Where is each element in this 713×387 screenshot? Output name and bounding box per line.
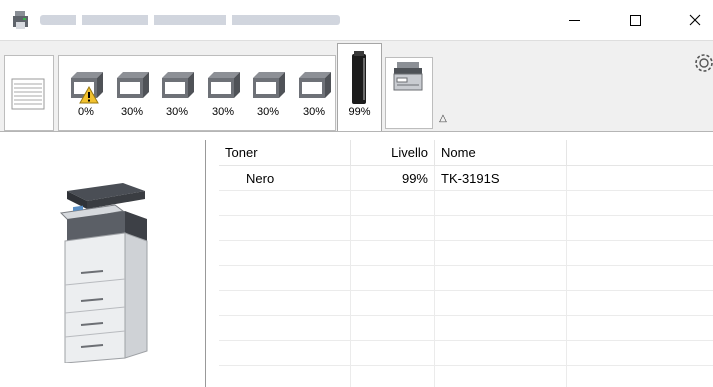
cell-empty [567,316,713,341]
toner-tab[interactable]: 99% [337,43,382,131]
table-row[interactable]: Nero 99% TK-3191S [219,166,713,191]
close-button[interactable] [672,0,713,40]
cell-nome [435,216,567,241]
column-header-toner[interactable]: Toner [219,140,351,166]
paper-tray[interactable]: 30% [154,68,200,126]
cell-toner [219,341,351,366]
warning-triangle-icon [79,86,99,104]
tray-level: 0% [78,106,94,118]
table-row [219,241,713,266]
cell-livello [351,241,435,266]
table-row [219,316,713,341]
cell-toner [219,191,351,216]
pane-divider[interactable] [205,140,206,387]
cell-empty [567,241,713,266]
tray-level: 30% [302,106,326,118]
tray-level: 30% [211,106,235,118]
tray-level: 30% [120,106,144,118]
status-toolbar: 0% 30% 30% 30% 30% 30% 99% △ [0,40,713,132]
printer-app-icon [13,11,28,29]
cell-nome: TK-3191S [435,166,567,191]
table-row [219,216,713,241]
cell-empty [567,166,713,191]
cell-livello: 99% [351,166,435,191]
paper-tray[interactable]: 30% [200,68,246,126]
window-title-obscured [40,15,340,25]
cell-nome [435,366,567,387]
cell-livello [351,291,435,316]
minimize-icon [568,19,580,21]
cell-toner [219,266,351,291]
table-row [219,341,713,366]
cell-livello [351,341,435,366]
column-header-livello[interactable]: Livello [351,140,435,166]
cell-nome [435,341,567,366]
close-icon [689,14,701,26]
minimize-button[interactable] [551,0,597,40]
paper-stack-icon [11,78,45,110]
device-image-pane [0,133,205,387]
paper-tray-group: 0% 30% 30% 30% 30% 30% [58,55,336,131]
paper-list-button[interactable] [4,55,54,131]
cell-empty [567,191,713,216]
cell-empty [567,291,713,316]
table-row [219,266,713,291]
cell-nome [435,316,567,341]
table-row [219,191,713,216]
toner-cartridge-icon [352,51,366,104]
paper-tray-icon [299,72,331,98]
cell-livello [351,191,435,216]
cell-empty [567,266,713,291]
cell-empty [567,366,713,387]
column-header-empty [567,140,713,166]
cell-nome [435,291,567,316]
mfp-device-icon [393,62,423,91]
table-header: Toner Livello Nome [219,140,713,166]
cell-empty [567,216,713,241]
cell-livello [351,316,435,341]
cell-livello [351,366,435,387]
cell-toner: Nero [219,166,351,191]
paper-tray[interactable]: 30% [109,68,155,126]
paper-tray[interactable]: 30% [245,68,291,126]
cell-nome [435,241,567,266]
paper-tray-icon [253,72,285,98]
paper-tray-icon [117,72,149,98]
cell-nome [435,266,567,291]
cell-empty [567,341,713,366]
cell-toner [219,291,351,316]
tray-level: 30% [256,106,280,118]
cell-nome [435,191,567,216]
cell-livello [351,216,435,241]
printer-device-image [59,183,148,363]
cell-toner [219,366,351,387]
device-tab[interactable] [385,57,433,129]
toner-table: Toner Livello Nome Nero 99% TK-3191S [219,140,713,387]
cell-livello [351,266,435,291]
paper-tray-icon [208,72,240,98]
cell-toner [219,316,351,341]
column-header-nome[interactable]: Nome [435,140,567,166]
tray-level: 30% [165,106,189,118]
cell-toner [219,241,351,266]
gear-icon[interactable] [692,53,713,74]
maximize-button[interactable] [612,0,658,40]
toner-level: 99% [348,106,371,118]
paper-tray[interactable]: 0% [63,68,109,126]
paper-tray[interactable]: 30% [291,68,337,126]
table-row [219,291,713,316]
collapse-icon[interactable]: △ [436,113,450,125]
paper-tray-icon [162,72,194,98]
title-bar [0,0,713,40]
table-row [219,366,713,387]
maximize-icon [629,14,641,26]
cell-toner [219,216,351,241]
